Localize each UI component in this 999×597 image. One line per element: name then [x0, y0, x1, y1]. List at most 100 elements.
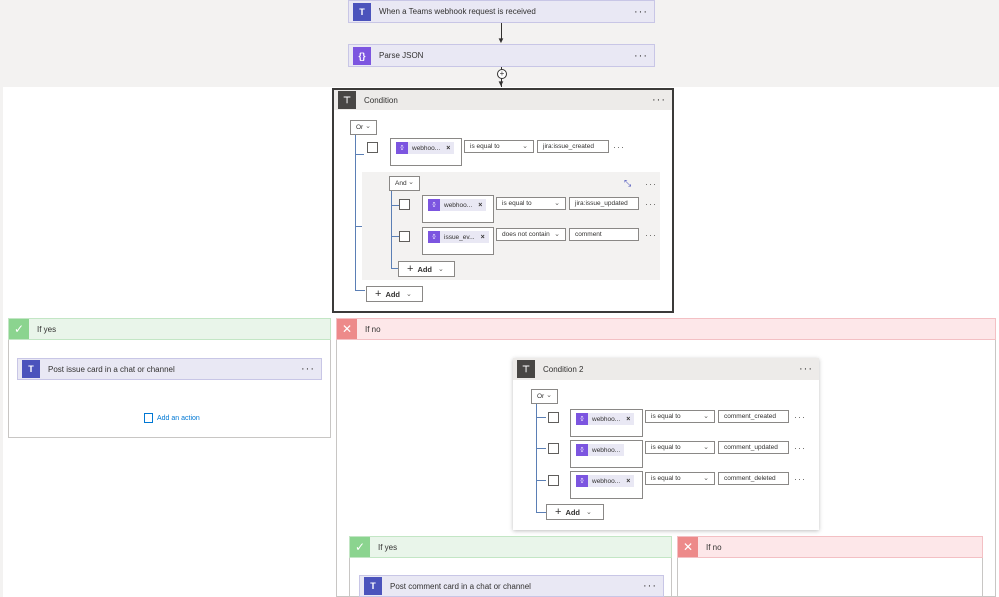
operator-value: is equal to: [651, 413, 681, 420]
condition2-header[interactable]: ⊤ Condition 2 ···: [513, 358, 819, 380]
more-options-icon[interactable]: ···: [634, 50, 648, 61]
tree-line: [355, 135, 356, 291]
operator-select[interactable]: is equal to ⌄: [645, 410, 715, 423]
group-operator-select[interactable]: Or ⌄: [531, 389, 558, 404]
more-options-icon[interactable]: ···: [799, 364, 813, 375]
close-icon[interactable]: ×: [626, 416, 630, 423]
condition-operand-field[interactable]: {} webhoo... ×: [390, 138, 462, 166]
condition-operand-field[interactable]: {} issue_ev... ×: [422, 227, 494, 255]
value-input[interactable]: jira:issue_updated: [569, 197, 639, 210]
operator-select[interactable]: does not contain ⌄: [496, 228, 566, 241]
operator-select[interactable]: is equal to ⌄: [645, 441, 715, 454]
more-options-icon[interactable]: ···: [652, 95, 666, 106]
condition-operand-field[interactable]: {} webhoo... ×: [570, 471, 643, 499]
more-options-icon[interactable]: ···: [645, 179, 657, 189]
more-options-icon[interactable]: ···: [645, 199, 657, 209]
check-icon: ✓: [9, 319, 29, 339]
parse-json-icon: {}: [396, 142, 408, 154]
parse-json-icon: {}: [576, 413, 588, 425]
row-checkbox[interactable]: [548, 475, 559, 486]
add-label: Add: [417, 264, 433, 274]
value-input[interactable]: comment: [569, 228, 639, 241]
chevron-down-icon: ⌄: [408, 179, 414, 186]
plus-icon: +: [375, 288, 382, 300]
parse-json-icon: {}: [353, 46, 371, 65]
add-an-action-link[interactable]: Add an action: [144, 413, 200, 423]
tree-line: [391, 205, 399, 206]
token-label: webhoo...: [592, 415, 621, 423]
tree-line: [391, 268, 398, 269]
if-no-label: If no: [365, 324, 381, 334]
tree-line: [391, 191, 392, 269]
close-icon[interactable]: ×: [626, 478, 630, 485]
close-icon[interactable]: ×: [478, 202, 482, 209]
condition-operand-field[interactable]: {} webhoo... ×: [422, 195, 494, 223]
add-label: Add: [385, 289, 401, 299]
dynamic-token[interactable]: {} webhoo... ×: [576, 413, 635, 425]
more-options-icon[interactable]: ···: [613, 142, 625, 152]
condition2-title: Condition 2: [543, 364, 584, 374]
tree-line: [355, 154, 364, 155]
add-row-button[interactable]: + Add ⌄: [366, 286, 423, 302]
and-operator-select[interactable]: And ⌄: [389, 176, 420, 191]
more-options-icon[interactable]: ···: [301, 364, 315, 375]
operator-select[interactable]: is equal to ⌄: [645, 472, 715, 485]
chevron-down-icon: ⌄: [406, 291, 412, 298]
chevron-down-icon: ⌄: [554, 200, 560, 207]
close-icon[interactable]: ×: [481, 234, 485, 241]
chevron-down-icon: ⌄: [586, 509, 592, 516]
more-options-icon[interactable]: ···: [645, 230, 657, 240]
value-input[interactable]: jira:issue_created: [537, 140, 609, 153]
tree-line: [536, 404, 537, 512]
row-checkbox[interactable]: [548, 412, 559, 423]
row-checkbox[interactable]: [399, 231, 410, 242]
operator-value: is equal to: [470, 143, 500, 150]
token-label: issue_ev...: [444, 233, 475, 241]
parse-json-icon: {}: [576, 475, 588, 487]
operator-select[interactable]: is equal to ⌄: [496, 197, 566, 210]
more-options-icon[interactable]: ···: [643, 581, 657, 592]
add-row-button[interactable]: + Add ⌄: [398, 261, 455, 277]
more-options-icon[interactable]: ···: [794, 443, 806, 453]
add-row-button[interactable]: + Add ⌄: [546, 504, 604, 520]
condition-operand-field[interactable]: {} webhoo... ×: [570, 409, 643, 437]
close-icon: ✕: [337, 319, 357, 339]
dynamic-token[interactable]: {} webhoo...: [576, 444, 625, 456]
tree-line: [355, 226, 362, 227]
condition-header[interactable]: ⊤ Condition ···: [334, 90, 672, 110]
if-yes-header: ✓ If yes: [8, 318, 331, 340]
value-input[interactable]: comment_deleted: [718, 472, 789, 485]
if-no-header: ✕ If no: [336, 318, 996, 340]
chevron-down-icon: ⌄: [438, 266, 444, 273]
dynamic-token[interactable]: {} webhoo... ×: [428, 199, 487, 211]
check-icon: ✓: [350, 537, 370, 557]
tree-line: [536, 417, 546, 418]
more-options-icon[interactable]: ···: [794, 474, 806, 484]
parse-json-card[interactable]: {} Parse JSON ···: [348, 44, 655, 67]
condition-operand-field[interactable]: {} webhoo...: [570, 440, 643, 468]
group-operator-select[interactable]: Or ⌄: [350, 120, 377, 135]
post-comment-card-action[interactable]: T Post comment card in a chat or channel…: [359, 575, 664, 597]
token-label: webhoo...: [592, 446, 621, 454]
operator-value: does not contain: [502, 231, 550, 238]
collapse-icon[interactable]: ⤡: [624, 178, 631, 189]
row-checkbox[interactable]: [367, 142, 378, 153]
if-yes2-label: If yes: [378, 542, 398, 552]
close-icon[interactable]: ×: [446, 145, 450, 152]
token-label: webhoo...: [444, 201, 473, 209]
row-checkbox[interactable]: [548, 443, 559, 454]
value-input[interactable]: comment_updated: [718, 441, 789, 454]
dynamic-token[interactable]: {} webhoo... ×: [396, 142, 455, 154]
post-issue-card-action[interactable]: T Post issue card in a chat or channel ·…: [17, 358, 322, 380]
insert-step-icon[interactable]: +: [497, 69, 507, 79]
chevron-down-icon: ⌄: [546, 392, 552, 399]
trigger-card[interactable]: T When a Teams webhook request is receiv…: [348, 0, 655, 23]
value-input[interactable]: comment_created: [718, 410, 789, 423]
chevron-down-icon: ⌄: [522, 143, 528, 150]
dynamic-token[interactable]: {} webhoo... ×: [576, 475, 635, 487]
more-options-icon[interactable]: ···: [634, 6, 648, 17]
operator-select[interactable]: is equal to ⌄: [464, 140, 534, 153]
dynamic-token[interactable]: {} issue_ev... ×: [428, 231, 489, 243]
row-checkbox[interactable]: [399, 199, 410, 210]
more-options-icon[interactable]: ···: [794, 412, 806, 422]
